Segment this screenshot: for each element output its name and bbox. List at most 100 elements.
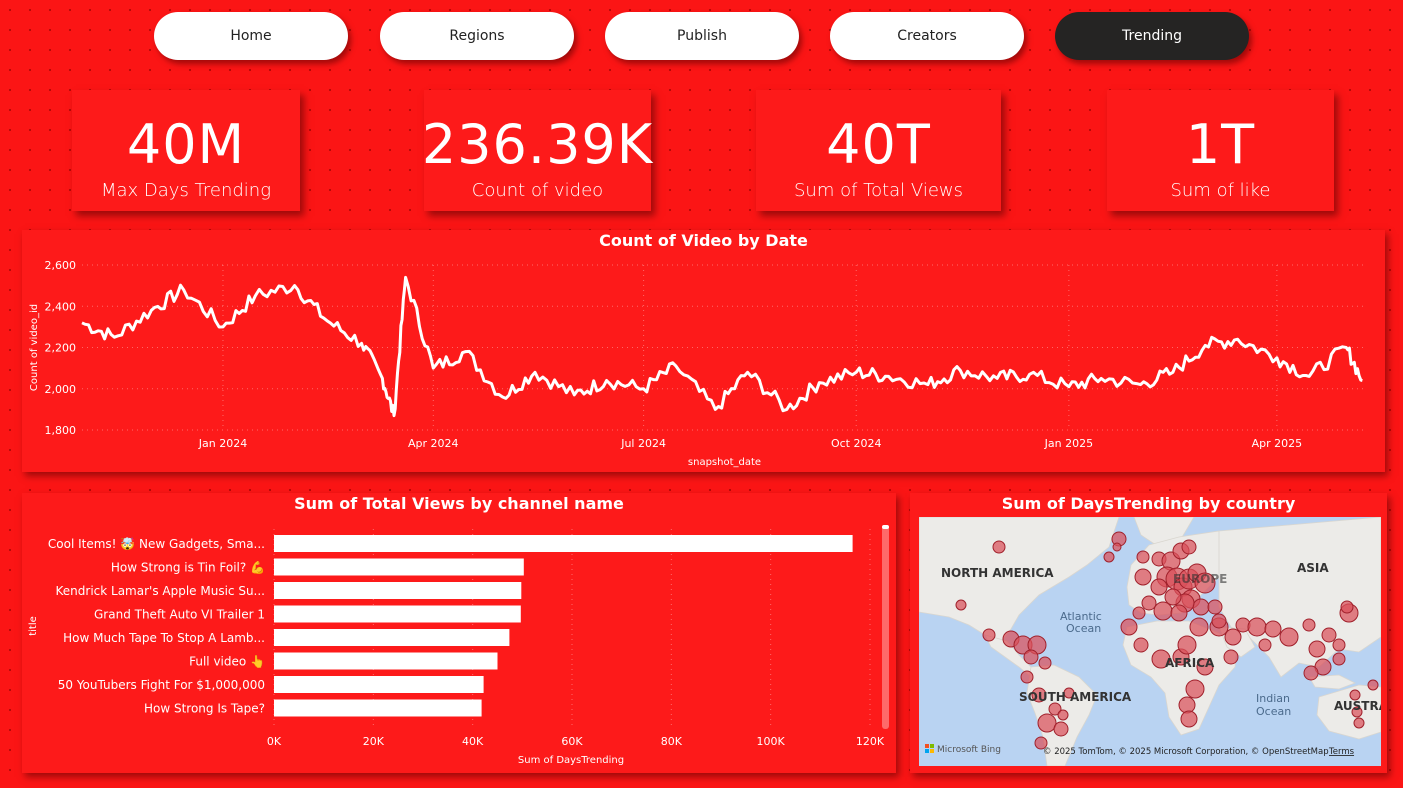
kpi-value: 236.39K: [421, 113, 654, 176]
y-tick-label: 1,800: [45, 424, 77, 437]
country-bubble[interactable]: [1181, 539, 1197, 555]
country-bubble[interactable]: [1020, 670, 1034, 684]
bar[interactable]: [274, 699, 482, 717]
line-series[interactable]: [81, 275, 1363, 418]
x-tick-label: 20K: [363, 735, 385, 748]
y-tick-label: 2,000: [45, 383, 77, 396]
country-bubble[interactable]: [1258, 638, 1272, 652]
country-bubble[interactable]: [1141, 595, 1157, 611]
kpi-label: Max Days Trending: [100, 180, 272, 201]
map-attribution: © 2025 TomTom, © 2025 Microsoft Corporat…: [1043, 747, 1329, 757]
country-bubble[interactable]: [1057, 709, 1069, 721]
country-bubble[interactable]: [1136, 550, 1150, 564]
map-land: [919, 517, 1381, 766]
kpi-label: Count of video: [471, 180, 604, 201]
label-atlantic-2: Ocean: [1066, 622, 1101, 635]
country-bubble[interactable]: [1247, 617, 1267, 637]
world-map[interactable]: NORTH AMERICA ASIA EUROPE AFRICA SOUTH A…: [919, 517, 1381, 766]
country-bubble[interactable]: [1224, 628, 1242, 646]
country-bubble[interactable]: [1133, 637, 1149, 653]
country-bubble[interactable]: [1223, 649, 1239, 665]
y-tick-label: 2,600: [45, 259, 77, 272]
y-tick-label: 2,200: [45, 342, 77, 355]
bar[interactable]: [274, 558, 524, 576]
bar-chart-panel: Sum of Total Views by channel name 0K 20K…: [22, 493, 896, 773]
country-bubble[interactable]: [1038, 656, 1052, 670]
country-bubble[interactable]: [1178, 696, 1196, 714]
country-bubble[interactable]: [1153, 601, 1173, 621]
label-australia: AUSTRA: [1334, 699, 1381, 713]
line-chart: 1,800 2,000 2,200 2,400 2,600 Jan 2024 Apr 202…: [29, 259, 1367, 468]
country-bubble[interactable]: [1353, 717, 1365, 729]
country-bubble[interactable]: [1132, 606, 1146, 620]
y-tick-label: 2,400: [45, 300, 77, 313]
country-bubble[interactable]: [1367, 679, 1379, 691]
bar[interactable]: [274, 676, 484, 693]
nav-button-creators[interactable]: Creators: [830, 12, 1024, 60]
x-tick-label: Apr 2025: [1252, 437, 1303, 450]
bar-chart-scroll-thumb[interactable]: [882, 525, 889, 529]
bar-chart-scrollbar[interactable]: [882, 525, 889, 729]
label-europe: EUROPE: [1173, 572, 1227, 586]
x-tick-label: 0K: [267, 735, 282, 748]
bar-category-label: 50 YouTubers Fight For $1,000,000: [58, 678, 265, 692]
x-tick-label: Jan 2024: [198, 437, 247, 450]
country-bubble[interactable]: [1321, 627, 1337, 643]
country-bubble[interactable]: [982, 628, 996, 642]
nav-button-trending[interactable]: Trending: [1055, 12, 1249, 60]
nav-button-regions[interactable]: Regions: [380, 12, 574, 60]
x-tick-label: Jan 2025: [1044, 437, 1093, 450]
country-bubble[interactable]: [1308, 640, 1326, 658]
country-bubble[interactable]: [1192, 598, 1210, 616]
country-bubble[interactable]: [1279, 627, 1299, 647]
nav-button-publish[interactable]: Publish: [605, 12, 799, 60]
line-chart-panel: Count of Video by Date 1,800 2,000 2,200 2,…: [22, 230, 1385, 472]
nav-button-home[interactable]: Home: [154, 12, 348, 60]
bar-category-label: Cool Items! 🤯 New Gadgets, Sma...: [48, 537, 265, 551]
bar[interactable]: [274, 535, 853, 552]
country-bubble[interactable]: [1120, 618, 1138, 636]
kpi-label: Sum of like: [1170, 180, 1271, 201]
kpi-card-1: 236.39K Count of video: [421, 90, 654, 211]
country-bubble[interactable]: [1340, 600, 1354, 614]
bar[interactable]: [274, 605, 521, 623]
label-indian-1: Indian: [1256, 692, 1290, 705]
label-africa: AFRICA: [1165, 656, 1215, 670]
country-bubble[interactable]: [1303, 665, 1319, 681]
label-north-america: NORTH AMERICA: [941, 566, 1054, 580]
x-tick-label: 120K: [856, 735, 885, 748]
country-bubble[interactable]: [1211, 613, 1227, 629]
country-bubble[interactable]: [992, 540, 1006, 554]
country-bubble[interactable]: [1185, 679, 1205, 699]
country-bubble[interactable]: [1023, 649, 1039, 665]
country-bubble[interactable]: [1332, 652, 1346, 666]
bar-category-label: How Strong is Tin Foil? 💪: [111, 561, 265, 575]
bar-category-label: Full video 👆: [189, 655, 265, 669]
x-tick-label: 100K: [757, 735, 786, 748]
country-bubble[interactable]: [1103, 551, 1115, 563]
country-bubble[interactable]: [1177, 635, 1197, 655]
bar[interactable]: [274, 629, 510, 646]
country-bubble[interactable]: [1180, 710, 1198, 728]
country-bubble[interactable]: [1302, 618, 1316, 632]
country-bubble[interactable]: [1134, 568, 1152, 586]
country-bubble[interactable]: [1189, 617, 1209, 637]
country-bubble[interactable]: [1264, 620, 1282, 638]
bar-category-label: Grand Theft Auto VI Trailer 1: [94, 608, 265, 622]
country-bubble[interactable]: [1150, 578, 1168, 596]
bar[interactable]: [274, 652, 498, 670]
y-axis-title: title: [28, 616, 39, 636]
label-south-america: SOUTH AMERICA: [1019, 690, 1132, 704]
country-bubble[interactable]: [1207, 599, 1223, 615]
country-bubble[interactable]: [1112, 542, 1122, 552]
bing-logo-text: Microsoft Bing: [937, 745, 1001, 755]
country-bubble[interactable]: [1170, 604, 1188, 622]
kpi-label: Sum of Total Views: [793, 180, 963, 201]
bar[interactable]: [274, 582, 522, 599]
country-bubble[interactable]: [1037, 713, 1057, 733]
map-terms-link[interactable]: Terms: [1328, 747, 1355, 757]
bar-category-label: Kendrick Lamar's Apple Music Su...: [56, 584, 265, 598]
country-bubble[interactable]: [1332, 638, 1346, 652]
country-bubble[interactable]: [955, 599, 967, 611]
country-bubble[interactable]: [1053, 721, 1069, 737]
